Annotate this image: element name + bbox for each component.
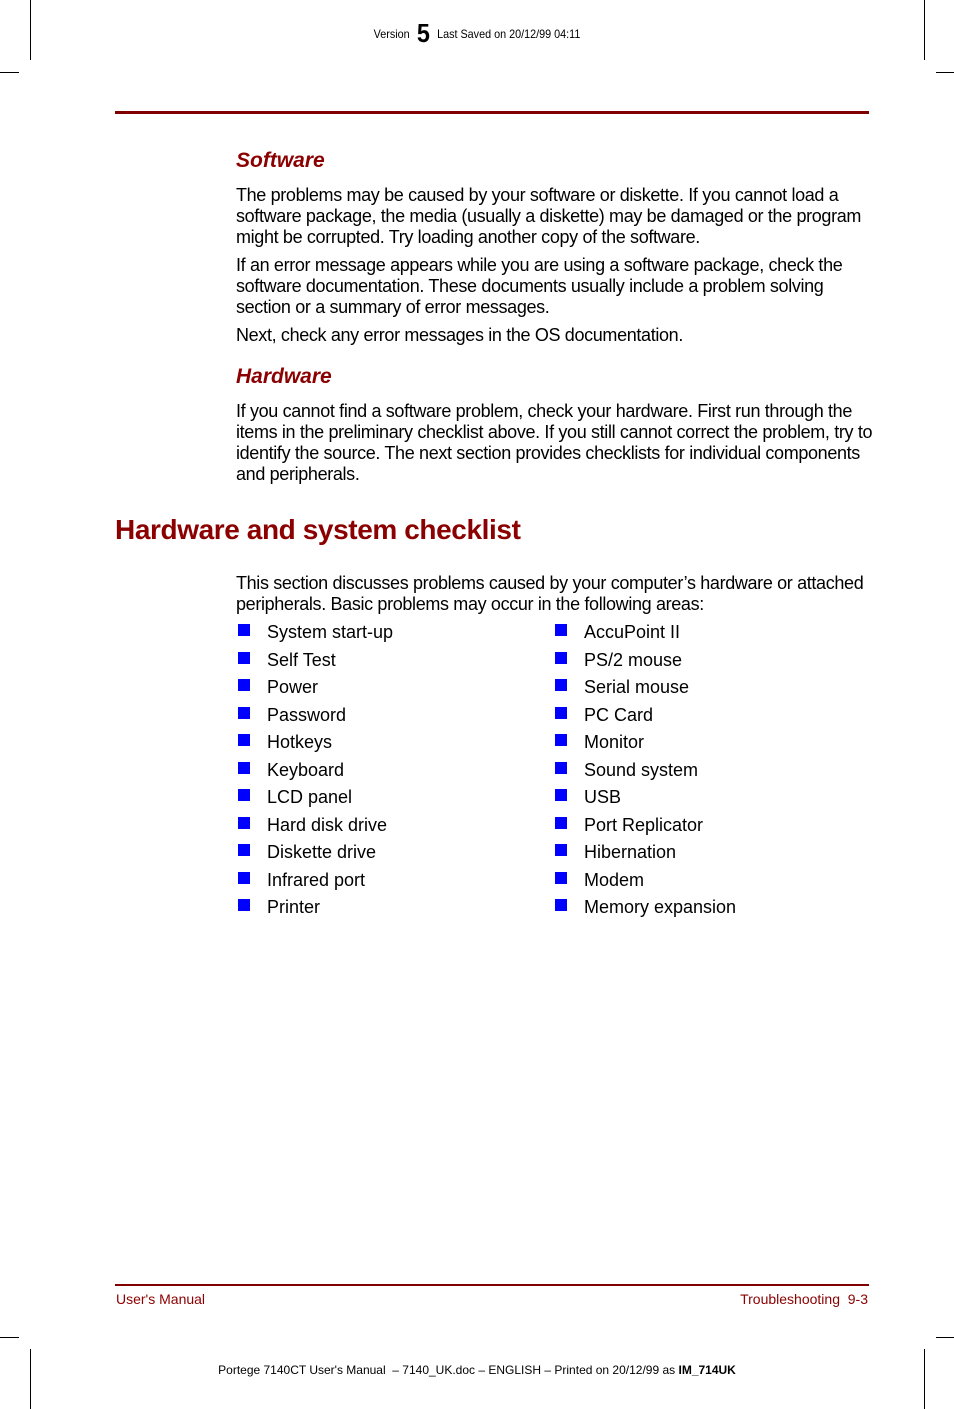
version-header: Version 5 Last Saved on 20/12/99 04:11 [48,18,907,49]
square-bullet-icon [238,871,250,884]
crop-mark-bottom-right-horizontal [936,1337,954,1338]
footer-rule [115,1284,869,1286]
square-bullet-icon [238,761,250,774]
square-bullet-icon [555,871,567,884]
square-bullet-icon [238,624,250,636]
checklist-intro: This section discusses problems caused b… [236,573,864,614]
square-bullet-icon [238,679,250,691]
square-bullet-icon [555,899,567,911]
square-bullet-icon [238,789,250,801]
square-bullet-icon [238,844,250,856]
crop-mark-top-left-vertical [30,0,31,60]
square-bullet-icon [555,624,567,636]
software-paragraph-1: The problems may be caused by your softw… [236,185,862,247]
crop-mark-top-right-horizontal [936,72,954,73]
square-bullet-icon [238,816,250,829]
square-bullet-icon [555,761,567,774]
software-heading: Software [236,149,325,172]
last-saved: Last Saved on 20/12/99 04:11 [437,27,581,41]
print-info-text: Portege 7140CT User's Manual – 7140_UK.d… [218,1363,679,1377]
crop-mark-bottom-right-vertical [924,1349,925,1409]
software-paragraph-2: If an error message appears while you ar… [236,255,843,317]
square-bullet-icon [238,706,250,719]
square-bullet-icon [555,789,567,801]
crop-mark-top-left-horizontal [0,72,19,73]
hardware-paragraph-1: If you cannot find a software problem, c… [236,401,873,484]
square-bullet-icon [238,734,250,746]
square-bullet-icon [238,651,250,664]
software-paragraph-3: Next, check any error messages in the OS… [236,325,683,345]
crop-mark-top-right-vertical [924,0,925,60]
square-bullet-icon [555,844,567,856]
header-rule [115,111,869,114]
version-number: 5 [416,18,430,48]
square-bullet-icon [555,679,567,691]
crop-mark-bottom-left-vertical [30,1349,31,1409]
checklist-heading: Hardware and system checklist [115,514,521,545]
square-bullet-icon [555,734,567,746]
print-info: Portege 7140CT User's Manual – 7140_UK.d… [0,1363,954,1377]
footer-page-number: Troubleshooting 9-3 [740,1291,868,1307]
square-bullet-icon [555,651,567,664]
square-bullet-icon [238,899,250,911]
crop-mark-bottom-left-horizontal [0,1337,19,1338]
square-bullet-icon [555,816,567,829]
print-info-code: IM_714UK [678,1363,736,1377]
square-bullet-icon [555,706,567,719]
version-label: Version [373,27,410,41]
hardware-heading: Hardware [236,365,332,388]
footer-manual-title: User's Manual [116,1291,206,1307]
